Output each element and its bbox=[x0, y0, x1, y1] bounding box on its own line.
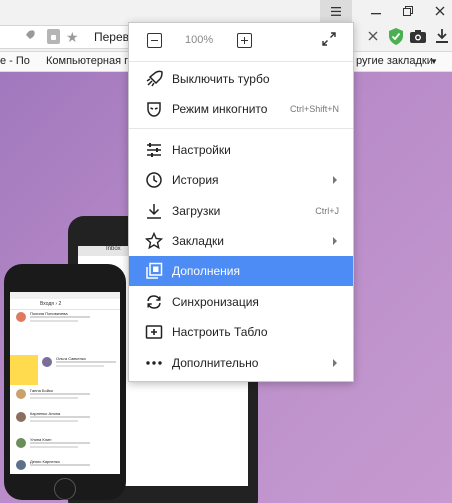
menu-item-sync[interactable]: Синхронизация bbox=[129, 287, 353, 317]
menu-item-bookmarks[interactable]: Закладки bbox=[129, 226, 353, 256]
bookmark-item[interactable]: Компьютерная гр bbox=[46, 55, 134, 67]
lock-icon[interactable] bbox=[47, 29, 60, 44]
download-icon[interactable] bbox=[433, 27, 451, 45]
zoom-in-button[interactable] bbox=[237, 33, 252, 48]
chevron-right-icon bbox=[333, 176, 337, 184]
download-icon bbox=[147, 204, 161, 219]
camera-icon[interactable] bbox=[409, 27, 427, 45]
turbo-rocket-icon[interactable] bbox=[22, 29, 36, 46]
menu-item-history[interactable]: История bbox=[129, 165, 353, 195]
sync-icon bbox=[147, 295, 161, 309]
menu-item-extensions[interactable]: Дополнения bbox=[129, 256, 353, 286]
phone-inbox-header: Входя › 2 bbox=[40, 301, 62, 307]
home-button bbox=[54, 478, 76, 500]
restore-button[interactable] bbox=[392, 0, 424, 22]
menu-item-incognito[interactable]: Режим инкогнито Ctrl+Shift+N bbox=[129, 94, 353, 124]
chevron-right-icon bbox=[333, 237, 337, 245]
browser-menu-button[interactable] bbox=[320, 0, 352, 22]
browser-main-menu: 100% Выключить турбо Режим инкогнито Ctr… bbox=[128, 22, 354, 382]
list-item: Ольга Савченко bbox=[10, 355, 120, 371]
menu-item-more[interactable]: Дополнительно bbox=[129, 348, 353, 378]
tablet-inbox-label: Inbox bbox=[106, 246, 121, 252]
add-tile-icon bbox=[145, 325, 163, 339]
menu-item-settings[interactable]: Настройки bbox=[129, 135, 353, 165]
star-icon[interactable]: ★ bbox=[66, 29, 79, 46]
chevron-down-icon[interactable]: ▼ bbox=[430, 57, 438, 66]
zoom-level: 100% bbox=[185, 34, 214, 46]
list-item: Полина Поповичева bbox=[10, 310, 120, 326]
bookmark-item[interactable]: e - По bbox=[0, 55, 30, 67]
phone-screen: Входя › 2 Полина Поповичева Ольга Савчен… bbox=[10, 292, 120, 474]
clear-icon[interactable] bbox=[364, 27, 382, 45]
list-item: Улина Клин bbox=[10, 436, 120, 452]
incognito-mask-icon bbox=[147, 102, 161, 117]
chevron-right-icon bbox=[333, 359, 337, 367]
title-bar bbox=[0, 0, 452, 22]
clock-icon bbox=[146, 172, 162, 188]
rocket-icon bbox=[146, 70, 163, 87]
zoom-out-button[interactable] bbox=[147, 33, 162, 48]
list-item: Карпенко Алина bbox=[10, 410, 120, 426]
menu-item-downloads[interactable]: Загрузки Ctrl+J bbox=[129, 196, 353, 226]
fullscreen-icon[interactable] bbox=[321, 31, 337, 47]
adguard-shield-icon[interactable] bbox=[387, 27, 405, 45]
other-bookmarks[interactable]: ругие закладки bbox=[356, 55, 433, 67]
menu-item-turbo[interactable]: Выключить турбо bbox=[129, 64, 353, 94]
phone-mockup: Входя › 2 Полина Поповичева Ольга Савчен… bbox=[4, 264, 126, 500]
close-window-button[interactable] bbox=[424, 0, 452, 22]
menu-item-customize-tableau[interactable]: Настроить Табло bbox=[129, 317, 353, 347]
list-item: Денис Карпенко bbox=[10, 458, 120, 474]
list-item: Ганна Бойко bbox=[10, 387, 120, 403]
extensions-icon bbox=[146, 262, 163, 279]
zoom-controls: 100% bbox=[129, 23, 353, 62]
more-dots-icon bbox=[146, 361, 162, 365]
settings-sliders-icon bbox=[147, 143, 161, 157]
minimize-button[interactable] bbox=[360, 0, 392, 22]
star-icon bbox=[145, 232, 163, 250]
